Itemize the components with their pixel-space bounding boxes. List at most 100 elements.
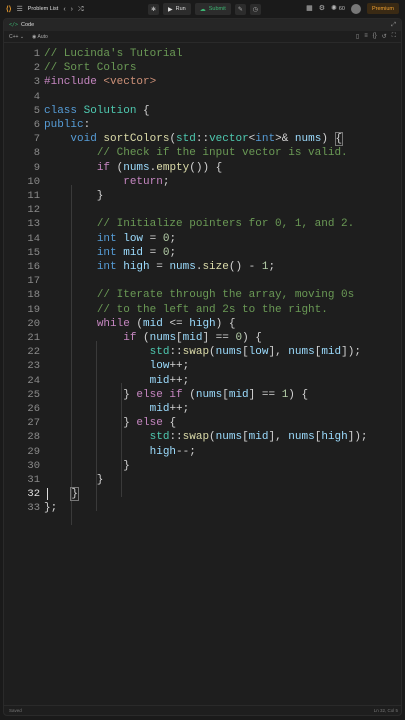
problem-list-link[interactable]: Problem List bbox=[28, 6, 59, 12]
braces-icon[interactable]: {} bbox=[373, 33, 377, 40]
streak-counter[interactable]: ✺ 60 bbox=[331, 5, 345, 12]
line-number: 32 bbox=[27, 488, 40, 501]
code-token: ; bbox=[162, 175, 170, 188]
line-number: 27 bbox=[27, 417, 40, 430]
line-number: 19 bbox=[27, 303, 40, 316]
format-icon[interactable]: ≡ bbox=[364, 33, 368, 40]
next-problem-icon[interactable]: › bbox=[71, 6, 73, 13]
code-line[interactable]: 23 low++; bbox=[4, 359, 401, 373]
text-cursor bbox=[47, 488, 48, 501]
code-token: // to the left and 2s to the right. bbox=[96, 303, 328, 316]
maximize-icon[interactable]: ⤢ bbox=[391, 22, 396, 29]
line-code: mid++; bbox=[44, 374, 190, 388]
code-token: = bbox=[143, 246, 163, 259]
code-line[interactable]: 17 bbox=[4, 274, 401, 288]
code-token: ( bbox=[143, 332, 150, 344]
code-token: swap bbox=[182, 431, 210, 444]
reset-icon[interactable]: ↺ bbox=[382, 33, 387, 40]
code-token: // Initialize pointers for 0, 1, and 2. bbox=[96, 218, 355, 231]
shuffle-icon[interactable]: ⤮ bbox=[78, 6, 84, 13]
line-number: 5 bbox=[33, 104, 40, 117]
code-line[interactable]: 32 } bbox=[4, 487, 401, 502]
line-code: while (mid <= high) { bbox=[44, 317, 236, 331]
line-code: // to the left and 2s to the right. bbox=[44, 303, 328, 317]
code-token: ) { bbox=[242, 332, 262, 344]
code-token: nums bbox=[215, 346, 243, 359]
code-line[interactable]: 10 return; bbox=[4, 175, 401, 189]
code-line[interactable]: 5 class Solution { bbox=[4, 104, 401, 118]
code-line[interactable]: 19 // to the left and 2s to the right. bbox=[4, 303, 401, 317]
submit-button[interactable]: ☁ Submit bbox=[194, 3, 231, 15]
code-line[interactable]: 14 int low = 0; bbox=[4, 232, 401, 246]
code-line[interactable]: 1 // Lucinda's Tutorial bbox=[4, 47, 401, 61]
autocomplete-label: Auto bbox=[37, 33, 48, 40]
line-code: // Iterate through the array, moving 0s bbox=[44, 288, 354, 302]
code-line[interactable]: 16 int high = nums.size() - 1; bbox=[4, 260, 401, 274]
code-line[interactable]: 7 void sortColors(std::vector<int>& nums… bbox=[4, 132, 401, 147]
code-line[interactable]: 13 // Initialize pointers for 0, 1, and … bbox=[4, 217, 401, 231]
code-token: return bbox=[123, 175, 163, 188]
code-line[interactable]: 20 while (mid <= high) { bbox=[4, 317, 401, 331]
code-token: ) { bbox=[215, 317, 236, 330]
code-line[interactable]: 2 // Sort Colors bbox=[4, 61, 401, 75]
timer-button[interactable]: ◷ bbox=[249, 3, 261, 15]
code-line[interactable]: 8 // Check if the input vector is valid. bbox=[4, 146, 401, 160]
line-code: public: bbox=[44, 118, 90, 132]
code-line[interactable]: 15 int mid = 0; bbox=[4, 246, 401, 260]
code-line[interactable]: 33}; bbox=[4, 501, 401, 515]
code-token: ]); bbox=[347, 431, 368, 444]
code-token: :: bbox=[195, 133, 210, 146]
premium-button[interactable]: Premium bbox=[366, 3, 399, 14]
line-number: 4 bbox=[33, 90, 40, 103]
avatar[interactable] bbox=[350, 3, 361, 14]
line-code: mid++; bbox=[44, 402, 190, 416]
line-number: 30 bbox=[27, 459, 40, 472]
line-code: }; bbox=[44, 501, 57, 515]
problem-list-icon[interactable]: ☰ bbox=[16, 6, 22, 13]
notes-button[interactable]: ✎ bbox=[234, 3, 246, 15]
code-line[interactable]: 27 } else { bbox=[4, 416, 401, 430]
code-line[interactable]: 4 bbox=[4, 90, 401, 104]
code-line[interactable]: 25 } else if (nums[mid] == 1) { bbox=[4, 388, 401, 402]
code-token: if bbox=[96, 161, 117, 174]
code-token: nums bbox=[169, 261, 196, 273]
code-line[interactable]: 21 if (nums[mid] == 0) { bbox=[4, 331, 401, 345]
bookmark-icon[interactable]: ▯ bbox=[356, 33, 359, 40]
fullscreen-icon[interactable]: ⛶ bbox=[392, 33, 396, 40]
autocomplete-toggle[interactable]: ◉ Auto bbox=[32, 34, 48, 40]
code-token: mid bbox=[321, 346, 342, 359]
line-number: 3 bbox=[33, 76, 40, 89]
code-token: = bbox=[143, 232, 163, 245]
code-line[interactable]: 22 std::swap(nums[low], nums[mid]); bbox=[4, 345, 401, 359]
layout-icon[interactable]: ▦ bbox=[306, 5, 313, 12]
code-line[interactable]: 3 #include <vector> bbox=[4, 75, 401, 89]
code-token: int bbox=[255, 133, 276, 146]
language-select[interactable]: C++ ⌄ bbox=[9, 34, 24, 40]
code-token: std bbox=[176, 133, 196, 146]
code-line[interactable]: 24 mid++; bbox=[4, 374, 401, 388]
code-line[interactable]: 9 if (nums.empty()) { bbox=[4, 161, 401, 175]
run-button[interactable]: ▶ Run bbox=[163, 3, 191, 15]
code-token: <= bbox=[162, 317, 190, 330]
code-token: ++; bbox=[169, 403, 190, 415]
prev-problem-icon[interactable]: ‹ bbox=[63, 6, 65, 13]
code-token: = bbox=[149, 261, 170, 273]
code-line[interactable]: 29 high--; bbox=[4, 445, 401, 459]
code-token: while bbox=[96, 317, 137, 330]
line-number: 15 bbox=[27, 246, 40, 259]
code-line[interactable]: 31 } bbox=[4, 473, 401, 487]
code-editor[interactable]: 1 // Lucinda's Tutorial 2 // Sort Colors 3 #i… bbox=[4, 43, 401, 698]
code-line[interactable]: 28 std::swap(nums[mid], nums[high]); bbox=[4, 430, 401, 444]
code-line[interactable]: 18 // Iterate through the array, moving … bbox=[4, 288, 401, 302]
logo-icon[interactable]: ⟨⟩ bbox=[6, 6, 11, 13]
code-line[interactable]: 11 } bbox=[4, 189, 401, 203]
settings-icon[interactable]: ⚙ bbox=[319, 5, 325, 12]
code-line[interactable]: 12 bbox=[4, 203, 401, 217]
line-number: 17 bbox=[27, 275, 40, 288]
code-line[interactable]: 6 public: bbox=[4, 118, 401, 132]
code-line[interactable]: 30 } bbox=[4, 459, 401, 473]
code-line[interactable]: 26 mid++; bbox=[4, 402, 401, 416]
debug-button[interactable]: ✱ bbox=[148, 3, 159, 15]
